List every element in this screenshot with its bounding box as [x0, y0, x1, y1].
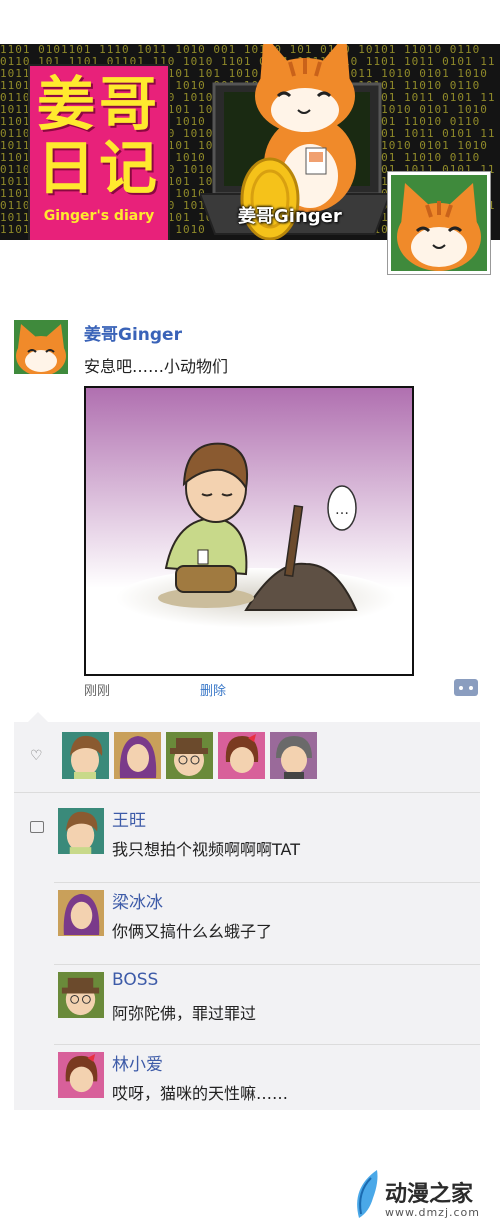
comment-author[interactable]: 林小爱: [112, 1050, 163, 1075]
site-name: 动漫之家: [385, 1182, 474, 1207]
dot-icon: [459, 686, 463, 690]
comment-text: 我只想拍个视频啊啊啊TAT: [112, 840, 301, 859]
woman-avatar-icon: [58, 890, 104, 936]
more-options-button[interactable]: [454, 679, 478, 696]
likes-divider: [14, 792, 480, 793]
comment-author[interactable]: 王旺: [112, 806, 146, 831]
logo-title-line2: 日记: [36, 134, 161, 202]
comment-item[interactable]: 林小爱 哎呀，猫咪的天性嘛……: [54, 1042, 480, 1120]
like-avatar-grandma[interactable]: [270, 732, 317, 779]
grandma-avatar-icon: [270, 732, 317, 779]
post-author-name[interactable]: 姜哥Ginger: [84, 320, 182, 345]
comment-item[interactable]: 王旺 我只想拍个视频啊啊啊TAT: [54, 798, 480, 876]
like-avatar-liang-bingbing[interactable]: [114, 732, 161, 779]
diary-logo: 姜哥 日记 Ginger's diary: [30, 66, 168, 240]
like-avatar-boss[interactable]: [166, 732, 213, 779]
post-timestamp: 刚刚: [84, 684, 111, 699]
post-comic-image[interactable]: …: [84, 386, 414, 676]
comment-item[interactable]: BOSS 阿弥陀佛，罪过罪过: [54, 962, 480, 1040]
banner-username: 姜哥Ginger: [238, 206, 342, 227]
profile-avatar[interactable]: [388, 172, 490, 274]
like-avatar-wang-wang[interactable]: [62, 732, 109, 779]
like-avatar-lin-xiaoai[interactable]: [218, 732, 265, 779]
post-author-avatar[interactable]: [14, 320, 68, 374]
comment-author[interactable]: 梁冰冰: [112, 888, 163, 913]
comic-illustration: …: [86, 388, 412, 674]
comment-item[interactable]: 梁冰冰 你俩又搞什么幺蛾子了: [54, 880, 480, 958]
comment-avatar[interactable]: [58, 972, 104, 1018]
comment-author[interactable]: BOSS: [112, 970, 158, 990]
delete-link[interactable]: 删除: [200, 680, 226, 699]
likes-row: ♡: [14, 722, 480, 792]
woman-avatar-icon: [114, 732, 161, 779]
boss-avatar-icon: [58, 972, 104, 1018]
cat-avatar-icon: [391, 175, 487, 271]
logo-title: 姜哥 日记: [30, 72, 168, 200]
speech-bubble-text: …: [335, 502, 349, 518]
site-watermark: 动漫之家 www.dmzj.com: [345, 1166, 495, 1226]
interaction-panel: ♡ 王旺 我只想拍个视频啊啊啊TAT 梁冰冰 你俩又搞什么幺蛾子了 BOSS 阿…: [14, 722, 480, 1110]
comment-avatar[interactable]: [58, 808, 104, 854]
comment-avatar[interactable]: [58, 890, 104, 936]
heart-icon: ♡: [30, 748, 43, 764]
man-avatar-icon: [62, 732, 109, 779]
cat-avatar-icon: [14, 320, 68, 374]
comment-icon: [30, 821, 44, 833]
man-avatar-icon: [58, 808, 104, 854]
comment-text: 阿弥陀佛，罪过罪过: [112, 1004, 257, 1023]
site-url: www.dmzj.com: [385, 1206, 480, 1219]
dot-icon: [469, 686, 473, 690]
panel-pointer: [28, 712, 48, 722]
comment-text: 你俩又搞什么幺蛾子了: [112, 922, 273, 941]
logo-subtitle: Ginger's diary: [43, 208, 155, 224]
girl-avatar-icon: [58, 1052, 104, 1098]
comment-text: 哎呀，猫咪的天性嘛……: [112, 1084, 289, 1103]
boss-avatar-icon: [166, 732, 213, 779]
logo-title-line1: 姜哥: [36, 70, 161, 138]
comment-avatar[interactable]: [58, 1052, 104, 1098]
girl-avatar-icon: [218, 732, 265, 779]
post-text: 安息吧……小动物们: [84, 357, 229, 376]
feather-logo-icon: [357, 1170, 378, 1218]
